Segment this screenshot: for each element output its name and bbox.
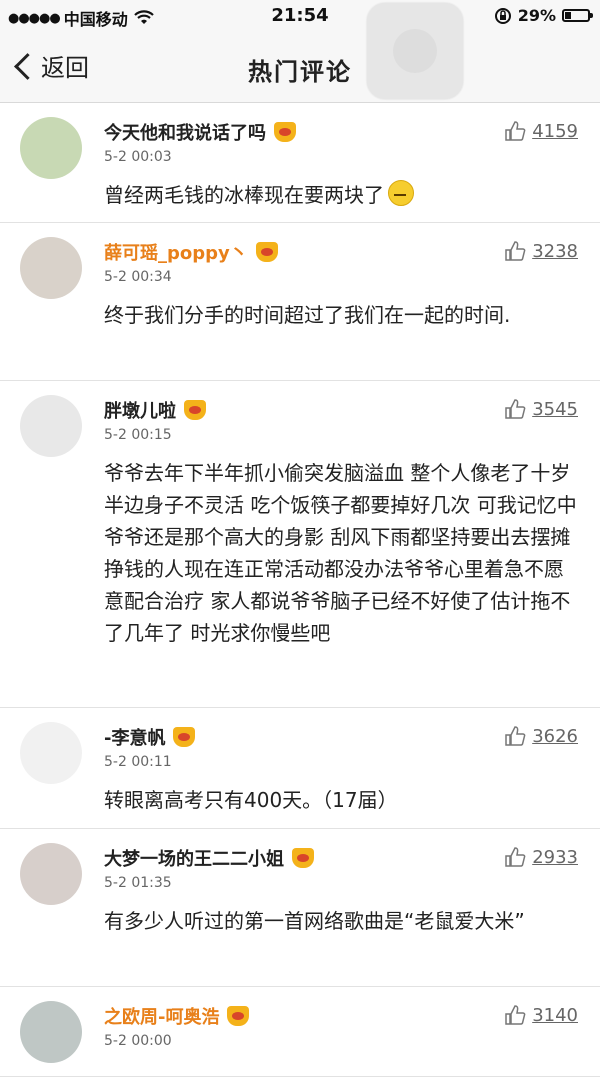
like-count: 3626 — [532, 725, 578, 747]
thumbs-up-icon — [505, 726, 526, 746]
avatar[interactable] — [20, 722, 82, 784]
vip-crown-icon — [274, 122, 296, 142]
comment-text-content: 曾经两毛钱的冰棒现在要两块了 — [104, 183, 384, 207]
comment-list: 今天他和我说话了吗 5-2 00:03 4159 曾经两毛钱的冰棒现在要两块了 薛可瑶_… — [0, 103, 600, 1077]
avatar[interactable] — [20, 395, 82, 457]
username-text: 胖墩儿啦 — [104, 401, 176, 422]
thumbs-up-icon — [505, 847, 526, 867]
status-right: 29% — [494, 6, 593, 25]
comment-item: -李意帆 5-2 00:11 3626 转眼离高考只有400天。（17届） — [0, 708, 600, 829]
vip-crown-icon — [173, 727, 196, 747]
username-text: -李意帆 — [104, 728, 166, 749]
comment-item: 薛可瑶_poppy丶 5-2 00:34 3238 终于我们分手的时间超过了我们在一起… — [0, 223, 600, 381]
thumbs-up-icon — [505, 121, 526, 141]
comment-text-content: 转眼离高考只有400天。（17届） — [104, 788, 398, 812]
username-text: 今天他和我说话了吗 — [104, 123, 266, 144]
page-title: 热门评论 — [248, 58, 352, 86]
vip-crown-icon — [292, 848, 314, 868]
thumbs-up-icon — [505, 1005, 526, 1025]
comment-text: 爷爷去年下半年抓小偷突发脑溢血 整个人像老了十岁 半边身子不灵活 吃个饭筷子都要… — [104, 457, 580, 649]
comment-date: 5-2 00:34 — [104, 269, 172, 285]
comment-date: 5-2 00:15 — [104, 427, 172, 443]
like-button[interactable]: 3238 — [504, 240, 578, 262]
comment-text-content: 终于我们分手的时间超过了我们在一起的时间. — [104, 303, 511, 327]
avatar[interactable] — [20, 237, 82, 299]
comment-username[interactable]: 之欧周-呵奥浩 — [104, 1003, 250, 1029]
comment-date: 5-2 00:03 — [104, 149, 172, 165]
status-bar: ●●●●● 中国移动 21:54 29% — [0, 0, 600, 32]
vip-crown-icon — [184, 400, 206, 420]
like-button[interactable]: 3626 — [504, 725, 578, 747]
assistive-touch-button[interactable] — [367, 3, 463, 99]
like-button[interactable]: 3545 — [504, 398, 578, 420]
comment-date: 5-2 01:35 — [104, 875, 172, 891]
like-count: 2933 — [532, 846, 578, 868]
comment-text: 有多少人听过的第一首网络歌曲是“老鼠爱大米” — [104, 905, 580, 937]
username-text: 之欧周-呵奥浩 — [104, 1007, 220, 1028]
assistive-touch-inner — [393, 29, 437, 73]
battery-percent: 29% — [517, 6, 556, 25]
battery-fill — [565, 12, 571, 19]
rotation-lock-icon — [494, 7, 511, 24]
comment-username[interactable]: 大梦一场的王二二小姐 — [104, 845, 314, 871]
comment-text: 转眼离高考只有400天。（17届） — [104, 784, 580, 816]
comment-item: 胖墩儿啦 5-2 00:15 3545 爷爷去年下半年抓小偷突发脑溢血 整个人像老了十… — [0, 381, 600, 708]
vip-crown-icon — [227, 1006, 250, 1026]
username-text: 薛可瑶_poppy丶 — [104, 243, 248, 264]
username-text: 大梦一场的王二二小姐 — [104, 849, 284, 870]
like-count: 3545 — [532, 398, 578, 420]
comment-text: 终于我们分手的时间超过了我们在一起的时间. — [104, 299, 580, 331]
like-count: 3238 — [532, 240, 578, 262]
vip-crown-icon — [255, 242, 278, 262]
like-button[interactable]: 3140 — [504, 1004, 578, 1026]
like-count: 3140 — [532, 1004, 578, 1026]
avatar[interactable] — [20, 1001, 82, 1063]
comment-text-content: 爷爷去年下半年抓小偷突发脑溢血 整个人像老了十岁 半边身子不灵活 吃个饭筷子都要… — [104, 461, 577, 645]
thumbs-up-icon — [505, 241, 526, 261]
comment-username[interactable]: 胖墩儿啦 — [104, 397, 206, 423]
like-button[interactable]: 2933 — [504, 846, 578, 868]
comment-date: 5-2 00:11 — [104, 754, 172, 770]
avatar[interactable] — [20, 117, 82, 179]
comment-text-content: 有多少人听过的第一首网络歌曲是“老鼠爱大米” — [104, 909, 525, 933]
comment-username[interactable]: 薛可瑶_poppy丶 — [104, 239, 278, 265]
comment-date: 5-2 00:00 — [104, 1033, 172, 1049]
like-count: 4159 — [532, 120, 578, 142]
like-button[interactable]: 4159 — [504, 120, 578, 142]
comment-item: 之欧周-呵奥浩 5-2 00:00 3140 — [0, 987, 600, 1077]
nav-bar: 返回 热门评论 — [0, 32, 600, 103]
grin-emoji-icon — [388, 180, 414, 206]
comment-username[interactable]: -李意帆 — [104, 724, 196, 750]
comment-username[interactable]: 今天他和我说话了吗 — [104, 119, 296, 145]
comment-item: 大梦一场的王二二小姐 5-2 01:35 2933 有多少人听过的第一首网络歌曲是“老… — [0, 829, 600, 987]
avatar[interactable] — [20, 843, 82, 905]
thumbs-up-icon — [505, 399, 526, 419]
comment-text: 曾经两毛钱的冰棒现在要两块了 — [104, 179, 580, 211]
comment-item: 今天他和我说话了吗 5-2 00:03 4159 曾经两毛钱的冰棒现在要两块了 — [0, 103, 600, 223]
battery-icon — [562, 9, 593, 22]
